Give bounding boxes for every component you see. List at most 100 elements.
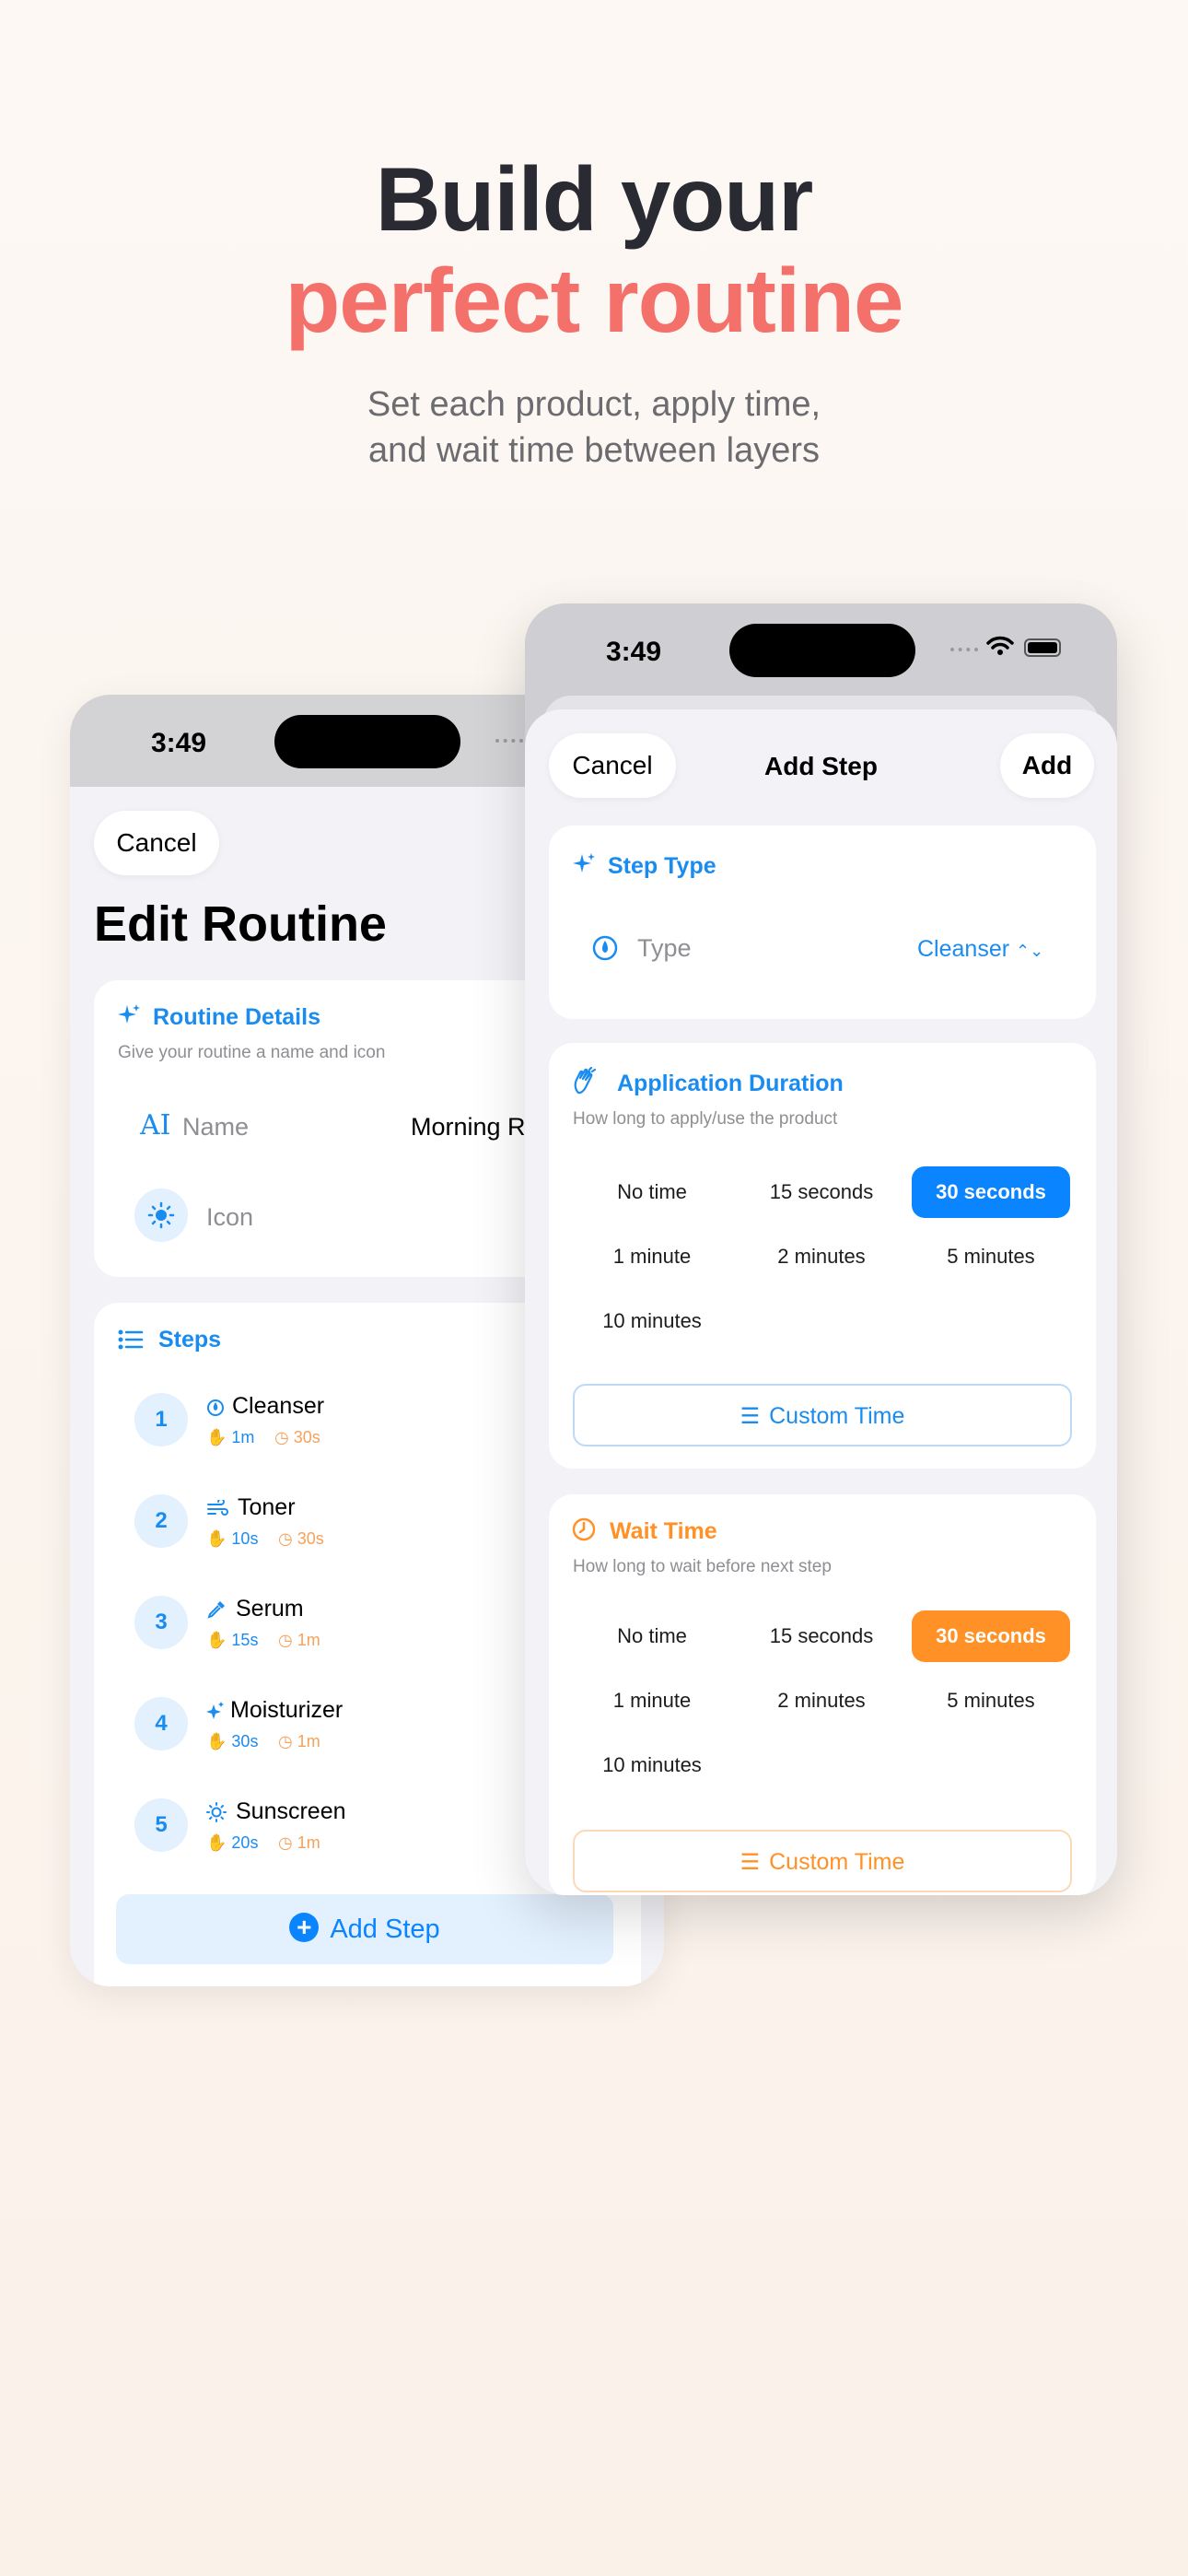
custom-time-label: Custom Time xyxy=(769,1403,905,1429)
routine-details-subtitle: Give your routine a name and icon xyxy=(118,1043,386,1062)
cancel-button[interactable]: Cancel xyxy=(94,811,219,875)
headline-line-2: perfect routine xyxy=(285,250,903,351)
apply-duration: ✋ 30s xyxy=(206,1732,259,1751)
text-format-icon: AI xyxy=(140,1109,171,1142)
wait-duration: ◷ 1m xyxy=(278,1833,320,1852)
wait-duration: ◷ 1m xyxy=(278,1631,320,1649)
sparkles-icon xyxy=(573,853,595,872)
apply-duration: ✋ 1m xyxy=(206,1428,255,1446)
apply-duration: ✋ 10s xyxy=(206,1529,259,1548)
step-name: Toner xyxy=(238,1494,296,1520)
custom-wait-label: Custom Time xyxy=(769,1849,905,1875)
wait-option[interactable]: 10 minutes xyxy=(573,1739,731,1791)
wait-duration: ◷ 30s xyxy=(278,1529,324,1548)
plus-circle-icon: + xyxy=(289,1913,320,1943)
sliders-icon: ☰ xyxy=(740,1850,761,1875)
duration-option-selected[interactable]: 30 seconds xyxy=(912,1166,1070,1218)
steps-title: Steps xyxy=(158,1327,222,1352)
duration-option[interactable]: 2 minutes xyxy=(742,1231,901,1282)
add-button[interactable]: Add xyxy=(1000,733,1094,798)
type-picker[interactable]: Cleanser ⌃⌄ xyxy=(917,936,1043,963)
signal-icon xyxy=(950,648,978,651)
wait-time-title: Wait Time xyxy=(610,1518,717,1544)
step-number-badge: 1 xyxy=(134,1393,188,1446)
status-time: 3:49 xyxy=(151,728,207,758)
wait-option[interactable]: 15 seconds xyxy=(742,1610,901,1662)
clock-icon xyxy=(572,1517,596,1541)
cleanser-bottle-icon xyxy=(592,935,618,961)
custom-time-button[interactable]: ☰ Custom Time xyxy=(573,1384,1072,1446)
duration-option[interactable]: 15 seconds xyxy=(742,1166,901,1218)
sun-small-icon xyxy=(206,1802,227,1822)
custom-wait-button[interactable]: ☰ Custom Time xyxy=(573,1830,1072,1892)
step-number-badge: 2 xyxy=(134,1494,188,1548)
wait-duration: ◷ 30s xyxy=(274,1428,320,1446)
hands-clapping-icon xyxy=(574,1067,597,1095)
type-label: Type xyxy=(637,934,692,962)
status-bar: 3:49 xyxy=(525,603,1117,696)
battery-icon xyxy=(1024,638,1061,657)
step-name: Cleanser xyxy=(232,1393,325,1419)
wait-option[interactable]: 2 minutes xyxy=(742,1675,901,1727)
step-number-badge: 5 xyxy=(134,1798,188,1852)
wait-time-subtitle: How long to wait before next step xyxy=(573,1557,832,1576)
wait-duration-value: 1m xyxy=(297,1833,320,1852)
wait-duration: ◷ 1m xyxy=(278,1732,320,1751)
status-time: 3:49 xyxy=(606,637,662,667)
step-type-title: Step Type xyxy=(608,853,716,879)
add-step-label: Add Step xyxy=(330,1914,440,1944)
wait-duration-value: 30s xyxy=(293,1428,320,1446)
hero: Build your perfect routine Set each prod… xyxy=(0,147,1188,474)
type-picker-value: Cleanser xyxy=(917,936,1010,962)
apply-duration-value: 15s xyxy=(231,1631,259,1649)
signal-icon xyxy=(495,739,523,743)
apply-duration: ✋ 15s xyxy=(206,1631,259,1649)
duration-option[interactable]: 10 minutes xyxy=(573,1295,731,1347)
apply-duration-value: 10s xyxy=(231,1529,259,1548)
subtitle-line-2: and wait time between layers xyxy=(367,431,821,470)
apply-duration-value: 20s xyxy=(231,1833,259,1852)
sparkles-icon xyxy=(118,1004,140,1024)
add-step-button[interactable]: + Add Step xyxy=(116,1894,613,1964)
wait-duration-value: 30s xyxy=(297,1529,324,1548)
wait-option[interactable]: 1 minute xyxy=(573,1675,731,1727)
step-type-card: Step Type Type Cleanser ⌃⌄ xyxy=(549,825,1096,1019)
duration-option[interactable]: 1 minute xyxy=(573,1231,731,1282)
wait-duration-value: 1m xyxy=(297,1732,320,1751)
apply-duration-value: 30s xyxy=(231,1732,259,1751)
sun-icon xyxy=(147,1201,175,1229)
duration-option[interactable]: No time xyxy=(573,1166,731,1218)
dynamic-island xyxy=(274,715,460,768)
step-name: Sunscreen xyxy=(236,1798,346,1824)
step-name: Serum xyxy=(236,1596,304,1622)
application-duration-title: Application Duration xyxy=(617,1071,844,1096)
wifi-icon xyxy=(986,636,1014,655)
dropper-icon xyxy=(207,1601,225,1619)
wind-icon xyxy=(207,1500,228,1516)
application-duration-subtitle: How long to apply/use the product xyxy=(573,1109,838,1129)
step-number-badge: 4 xyxy=(134,1697,188,1751)
routine-details-title: Routine Details xyxy=(153,1004,320,1030)
cleanser-bottle-icon xyxy=(207,1399,224,1416)
list-icon xyxy=(118,1329,144,1350)
chevron-up-down-icon: ⌃⌄ xyxy=(1016,942,1044,960)
icon-preview[interactable] xyxy=(134,1188,188,1242)
add-step-phone: 3:49 Cancel Add Step Add Step Type Type … xyxy=(525,603,1117,1895)
sparkle-icon xyxy=(206,1702,224,1719)
step-number-badge: 3 xyxy=(134,1596,188,1649)
apply-duration: ✋ 20s xyxy=(206,1833,259,1852)
icon-label: Icon xyxy=(206,1203,254,1231)
hero-subtitle: Set each product, apply time, and wait t… xyxy=(0,381,1188,474)
wait-time-card: Wait Time How long to wait before next s… xyxy=(549,1494,1096,1895)
add-step-sheet: Cancel Add Step Add Step Type Type Clean… xyxy=(525,709,1117,1895)
apply-duration-value: 1m xyxy=(231,1428,255,1446)
wait-option-selected[interactable]: 30 seconds xyxy=(912,1610,1070,1662)
dynamic-island xyxy=(729,624,915,677)
application-duration-card: Application Duration How long to apply/u… xyxy=(549,1043,1096,1469)
subtitle-line-1: Set each product, apply time, xyxy=(367,385,821,424)
page-title: Edit Routine xyxy=(94,896,387,952)
wait-duration-value: 1m xyxy=(297,1631,320,1649)
duration-option[interactable]: 5 minutes xyxy=(912,1231,1070,1282)
wait-option[interactable]: 5 minutes xyxy=(912,1675,1070,1727)
wait-option[interactable]: No time xyxy=(573,1610,731,1662)
